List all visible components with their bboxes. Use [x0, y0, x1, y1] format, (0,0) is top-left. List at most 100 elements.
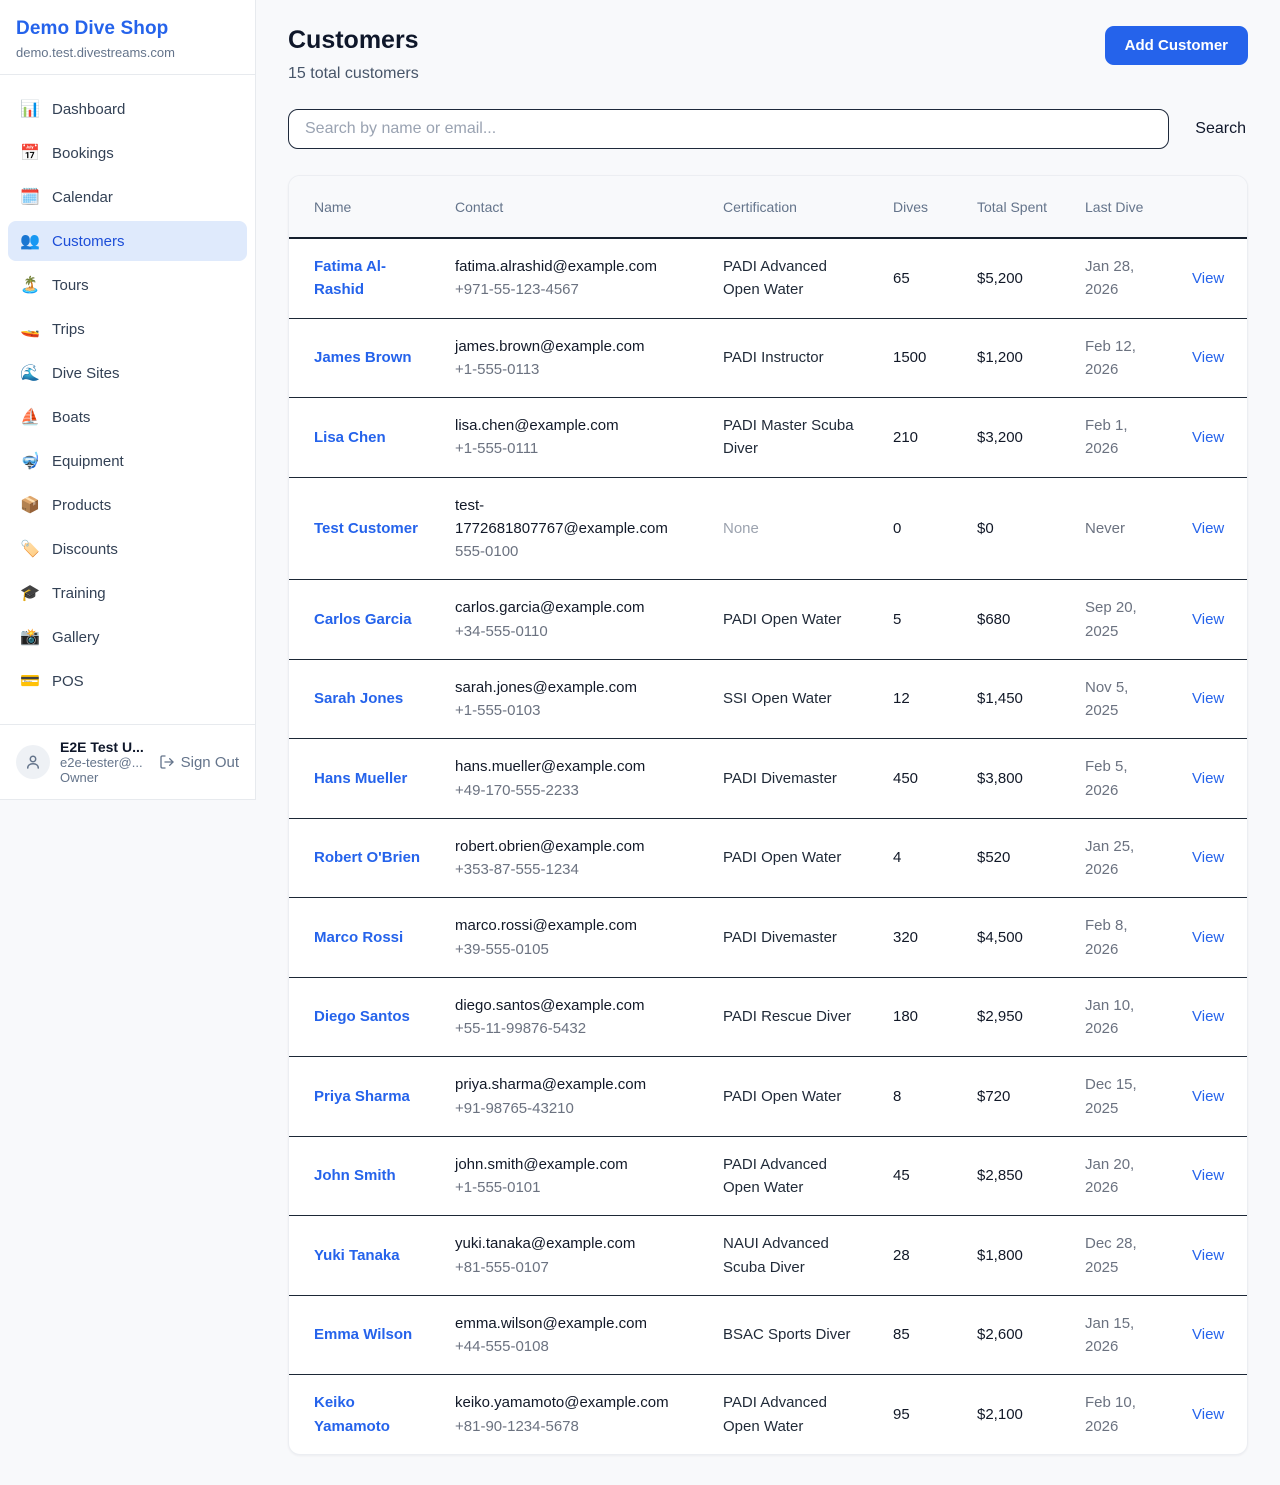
- view-link[interactable]: View: [1192, 1167, 1224, 1184]
- certification-cell: BSAC Sports Diver: [707, 1295, 877, 1375]
- customer-name-link[interactable]: Carlos Garcia: [314, 608, 412, 631]
- user-role: Owner: [60, 770, 149, 785]
- last-dive-cell: Feb 12, 2026: [1069, 318, 1176, 398]
- contact-cell: carlos.garcia@example.com +34-555-0110: [439, 580, 707, 660]
- last-dive-cell: Nov 5, 2025: [1069, 659, 1176, 739]
- search-input[interactable]: [288, 109, 1169, 149]
- customer-name-link[interactable]: Fatima Al-Rashid: [314, 255, 423, 302]
- sidebar-item-pos[interactable]: 💳 POS: [8, 661, 247, 701]
- customer-name-link[interactable]: James Brown: [314, 346, 412, 369]
- total-spent-cell: $1,800: [961, 1216, 1069, 1296]
- total-spent-cell: $680: [961, 580, 1069, 660]
- trips-icon: 🚤: [20, 319, 40, 339]
- main-content: Customers 15 total customers Add Custome…: [256, 0, 1280, 1455]
- contact-cell: hans.mueller@example.com +49-170-555-223…: [439, 739, 707, 819]
- sidebar-item-equipment[interactable]: 🤿 Equipment: [8, 441, 247, 481]
- training-icon: 🎓: [20, 583, 40, 603]
- search-button[interactable]: Search: [1169, 120, 1248, 138]
- column-header-actions: [1176, 176, 1248, 238]
- sidebar-item-gallery[interactable]: 📸 Gallery: [8, 617, 247, 657]
- tours-icon: 🏝️: [20, 275, 40, 295]
- customer-name-link[interactable]: Test Customer: [314, 517, 418, 540]
- sidebar-item-discounts[interactable]: 🏷️ Discounts: [8, 529, 247, 569]
- customer-email: priya.sharma@example.com: [455, 1073, 691, 1096]
- customer-name-link[interactable]: Emma Wilson: [314, 1323, 412, 1346]
- customer-name-link[interactable]: Hans Mueller: [314, 767, 407, 790]
- customer-count: 15 total customers: [288, 65, 419, 83]
- customer-name-link[interactable]: Sarah Jones: [314, 687, 403, 710]
- sidebar-item-dive-sites[interactable]: 🌊 Dive Sites: [8, 353, 247, 393]
- total-spent-cell: $2,950: [961, 977, 1069, 1057]
- customer-phone: +49-170-555-2233: [455, 779, 691, 802]
- certification-cell: PADI Divemaster: [707, 739, 877, 819]
- view-link[interactable]: View: [1192, 1008, 1224, 1025]
- total-spent-cell: $5,200: [961, 238, 1069, 318]
- sidebar-item-calendar[interactable]: 🗓️ Calendar: [8, 177, 247, 217]
- certification-cell: PADI Open Water: [707, 818, 877, 898]
- last-dive-cell: Dec 28, 2025: [1069, 1216, 1176, 1296]
- contact-cell: john.smith@example.com +1-555-0101: [439, 1136, 707, 1216]
- customer-email: hans.mueller@example.com: [455, 755, 691, 778]
- sidebar-item-products[interactable]: 📦 Products: [8, 485, 247, 525]
- sidebar-item-label: Calendar: [52, 189, 113, 206]
- customer-name-link[interactable]: Robert O'Brien: [314, 846, 420, 869]
- last-dive-cell: Jan 20, 2026: [1069, 1136, 1176, 1216]
- certification-cell: NAUI Advanced Scuba Diver: [707, 1216, 877, 1296]
- customer-name-link[interactable]: Priya Sharma: [314, 1085, 410, 1108]
- customer-name-link[interactable]: Yuki Tanaka: [314, 1244, 400, 1267]
- view-link[interactable]: View: [1192, 349, 1224, 366]
- view-link[interactable]: View: [1192, 1406, 1224, 1423]
- customers-table: Name Contact Certification Dives Total S…: [289, 176, 1248, 1454]
- total-spent-cell: $2,100: [961, 1375, 1069, 1454]
- sidebar-item-label: Dive Sites: [52, 365, 120, 382]
- customer-phone: +39-555-0105: [455, 938, 691, 961]
- dives-cell: 85: [877, 1295, 961, 1375]
- customer-name-link[interactable]: Marco Rossi: [314, 926, 403, 949]
- dashboard-icon: 📊: [20, 99, 40, 119]
- sidebar-item-label: Tours: [52, 277, 89, 294]
- dives-cell: 5: [877, 580, 961, 660]
- customer-name-link[interactable]: Diego Santos: [314, 1005, 410, 1028]
- dives-cell: 65: [877, 238, 961, 318]
- sidebar-item-boats[interactable]: ⛵ Boats: [8, 397, 247, 437]
- sidebar-item-training[interactable]: 🎓 Training: [8, 573, 247, 613]
- add-customer-button[interactable]: Add Customer: [1105, 26, 1248, 65]
- view-link[interactable]: View: [1192, 1247, 1224, 1264]
- view-link[interactable]: View: [1192, 929, 1224, 946]
- boats-icon: ⛵: [20, 407, 40, 427]
- dives-cell: 0: [877, 477, 961, 580]
- view-link[interactable]: View: [1192, 1326, 1224, 1343]
- table-row: Keiko Yamamoto keiko.yamamoto@example.co…: [289, 1375, 1248, 1454]
- view-link[interactable]: View: [1192, 429, 1224, 446]
- customer-name-link[interactable]: Lisa Chen: [314, 426, 386, 449]
- customer-name-link[interactable]: John Smith: [314, 1164, 396, 1187]
- sidebar-item-dashboard[interactable]: 📊 Dashboard: [8, 89, 247, 129]
- sidebar-item-label: Equipment: [52, 453, 124, 470]
- view-link[interactable]: View: [1192, 1088, 1224, 1105]
- dives-cell: 180: [877, 977, 961, 1057]
- view-link[interactable]: View: [1192, 520, 1224, 537]
- sign-out-button[interactable]: Sign Out: [159, 754, 239, 771]
- pos-icon: 💳: [20, 671, 40, 691]
- view-link[interactable]: View: [1192, 770, 1224, 787]
- last-dive-cell: Jan 28, 2026: [1069, 238, 1176, 318]
- last-dive-cell: Feb 1, 2026: [1069, 398, 1176, 478]
- avatar: [16, 745, 50, 779]
- customer-email: diego.santos@example.com: [455, 994, 691, 1017]
- sidebar-item-trips[interactable]: 🚤 Trips: [8, 309, 247, 349]
- customer-phone: +55-11-99876-5432: [455, 1017, 691, 1040]
- sidebar-item-tours[interactable]: 🏝️ Tours: [8, 265, 247, 305]
- table-row: Sarah Jones sarah.jones@example.com +1-5…: [289, 659, 1248, 739]
- view-link[interactable]: View: [1192, 270, 1224, 287]
- customer-phone: +1-555-0103: [455, 699, 691, 722]
- view-link[interactable]: View: [1192, 690, 1224, 707]
- view-link[interactable]: View: [1192, 849, 1224, 866]
- sidebar-item-bookings[interactable]: 📅 Bookings: [8, 133, 247, 173]
- customer-name-link[interactable]: Keiko Yamamoto: [314, 1391, 423, 1438]
- contact-cell: sarah.jones@example.com +1-555-0103: [439, 659, 707, 739]
- customer-phone: +1-555-0111: [455, 437, 691, 460]
- table-row: Fatima Al-Rashid fatima.alrashid@example…: [289, 238, 1248, 318]
- sidebar-item-customers[interactable]: 👥 Customers: [8, 221, 247, 261]
- view-link[interactable]: View: [1192, 611, 1224, 628]
- certification-cell: PADI Advanced Open Water: [707, 1375, 877, 1454]
